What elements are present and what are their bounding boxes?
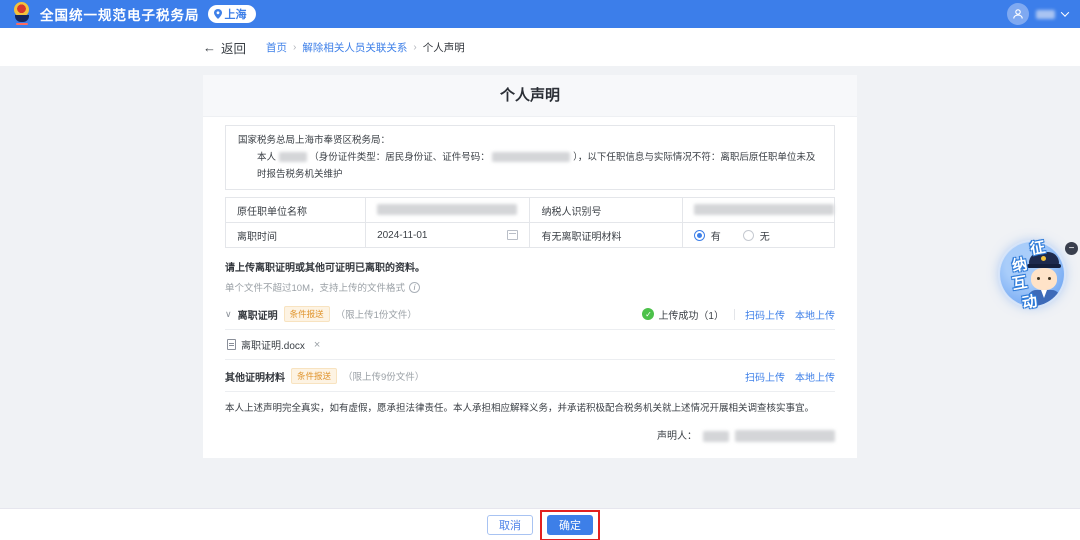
divider <box>734 308 735 320</box>
truthfulness-statement: 本人上述声明完全真实，如有虚假，愿承担法律责任。本人承担相应解释义务，并承诺积极… <box>225 403 815 414</box>
redacted-declarant-name <box>278 152 307 163</box>
table-row: 原任职单位名称 纳税人识别号 <box>224 197 836 223</box>
back-button[interactable]: ← 返回 <box>203 38 246 57</box>
breadcrumb-home[interactable]: 首页 <box>266 40 287 55</box>
upload-hint-text: 单个文件不超过10M，支持上传的文件格式 <box>225 283 405 294</box>
uploaded-file-name: 离职证明.docx <box>241 341 305 352</box>
table-row: 离职时间 2024-11-01 有无离职证明材料 有 无 <box>224 222 836 248</box>
top-header-bar: 全国统一规范电子税务局 上海 <box>0 0 1080 28</box>
radio-yes[interactable] <box>693 229 705 241</box>
tax-interaction-widget: 征 纳 互 动 − <box>996 236 1080 316</box>
uploaded-file-row: 离职证明.docx × <box>225 330 835 360</box>
declaration-body-mid: （身份证件类型：居民身份证、证件号码： <box>309 152 490 163</box>
former-employer-value <box>365 197 531 223</box>
has-proof-field: 有 无 <box>681 222 836 248</box>
taxpayer-id-value <box>681 197 836 223</box>
tax-interaction-assistant[interactable] <box>1000 242 1064 306</box>
declaration-salutation: 国家税务总局上海市奉贤区税务局： <box>238 135 391 146</box>
person-icon <box>1013 9 1023 19</box>
info-icon[interactable]: i <box>408 281 420 293</box>
radio-yes-label: 有 <box>710 231 721 243</box>
leave-date-value: 2024-11-01 <box>377 229 428 241</box>
page-title: 个人声明 <box>203 75 857 117</box>
upload-limit: （限上传9份文件） <box>343 372 425 383</box>
section-name: 离职证明 <box>237 310 278 322</box>
declaration-body-prefix: 本人 <box>257 152 277 163</box>
redacted-taxpayer-id <box>693 204 834 216</box>
redacted-employer-name <box>377 204 518 216</box>
taxpayer-id-label: 纳税人识别号 <box>529 197 683 223</box>
leave-date-label: 离职时间 <box>224 222 367 248</box>
confirm-button[interactable]: 确定 <box>547 515 593 535</box>
redacted-id-number <box>492 152 571 163</box>
document-icon <box>227 339 236 350</box>
back-arrow-icon: ← <box>203 39 216 55</box>
app-title: 全国统一规范电子税务局 <box>40 8 200 23</box>
upload-section-resignation-proof: ∨ 离职证明 条件报送 （限上传1份文件） ✓ 上传成功（1） 扫码上传 本地上… <box>225 306 835 330</box>
upload-section-other-materials: 其他证明材料 条件报送 （限上传9份文件） 扫码上传 本地上传 <box>225 368 835 392</box>
conditional-submit-badge: 条件报送 <box>291 368 338 384</box>
breadcrumb-separator-icon: › <box>413 41 417 53</box>
upload-instruction: 请上传离职证明或其他可证明已离职的资料。 <box>225 263 425 274</box>
collapse-chevron-icon[interactable]: ∨ <box>225 309 232 320</box>
back-label: 返回 <box>221 41 247 56</box>
tax-bureau-emblem-logo <box>12 2 32 26</box>
location-pin-icon <box>213 9 222 19</box>
declaration-text-box: 国家税务总局上海市奉贤区税务局： 本人 （身份证件类型：居民身份证、证件号码： … <box>225 125 835 190</box>
app-window: 全国统一规范电子税务局 上海 ← 返回 首页 › 解除相关人员关联关系 › 个人… <box>0 0 1080 540</box>
footer-action-bar: 取消 确定 <box>0 508 1080 540</box>
calendar-icon <box>507 230 519 240</box>
former-employer-label: 原任职单位名称 <box>224 197 367 223</box>
user-avatar[interactable] <box>1007 3 1029 25</box>
employment-info-table: 原任职单位名称 纳税人识别号 离职时间 2024-11-01 有无离职证明材料 … <box>224 197 836 248</box>
user-menu[interactable] <box>1007 3 1070 25</box>
upload-status: ✓ 上传成功（1） <box>642 307 724 322</box>
chevron-down-icon <box>1060 8 1070 17</box>
upload-status-text: 上传成功（1） <box>658 310 724 322</box>
radio-no-label: 无 <box>759 231 770 243</box>
cancel-button[interactable]: 取消 <box>487 515 533 535</box>
redacted-username <box>1036 9 1055 19</box>
declaration-body: 本人 （身份证件类型：居民身份证、证件号码： ），以下任职信息与实际情况不符：离… <box>238 149 822 183</box>
personal-declaration-card: 个人声明 国家税务总局上海市奉贤区税务局： 本人 （身份证件类型：居民身份证、证… <box>203 75 857 458</box>
breadcrumb: 首页 › 解除相关人员关联关系 › 个人声明 <box>266 40 465 55</box>
radio-no[interactable] <box>742 229 754 241</box>
scan-upload-link[interactable]: 扫码上传 <box>745 307 785 322</box>
breadcrumb-separator-icon: › <box>293 41 297 53</box>
has-proof-label: 有无离职证明材料 <box>529 222 683 248</box>
signer-row: 声明人： <box>225 427 835 443</box>
breadcrumb-current: 个人声明 <box>422 41 465 54</box>
local-upload-link[interactable]: 本地上传 <box>795 369 835 384</box>
tax-officer-cartoon <box>1024 252 1064 306</box>
redacted-signer-info <box>735 430 835 443</box>
card-body: 国家税务总局上海市奉贤区税务局： 本人 （身份证件类型：居民身份证、证件号码： … <box>203 125 857 443</box>
signer-label: 声明人： <box>657 431 697 442</box>
conditional-submit-badge: 条件报送 <box>283 306 330 322</box>
local-upload-link[interactable]: 本地上传 <box>795 307 835 322</box>
breadcrumb-band: ← 返回 首页 › 解除相关人员关联关系 › 个人声明 <box>0 28 1080 66</box>
location-label: 上海 <box>224 9 247 21</box>
remove-file-icon[interactable]: × <box>314 339 320 351</box>
success-check-icon: ✓ <box>642 308 655 320</box>
upload-hint: 单个文件不超过10M，支持上传的文件格式 i <box>225 280 835 294</box>
widget-minimize-button[interactable]: − <box>1065 242 1078 255</box>
upload-limit: （限上传1份文件） <box>335 310 417 321</box>
main-content-area: 个人声明 国家税务总局上海市奉贤区税务局： 本人 （身份证件类型：居民身份证、证… <box>0 66 1080 508</box>
location-selector[interactable]: 上海 <box>207 5 256 23</box>
section-name: 其他证明材料 <box>225 372 285 384</box>
redacted-signer-name <box>703 430 729 442</box>
breadcrumb-relation-release[interactable]: 解除相关人员关联关系 <box>302 40 407 55</box>
leave-date-field[interactable]: 2024-11-01 <box>365 222 531 248</box>
scan-upload-link[interactable]: 扫码上传 <box>745 369 785 384</box>
